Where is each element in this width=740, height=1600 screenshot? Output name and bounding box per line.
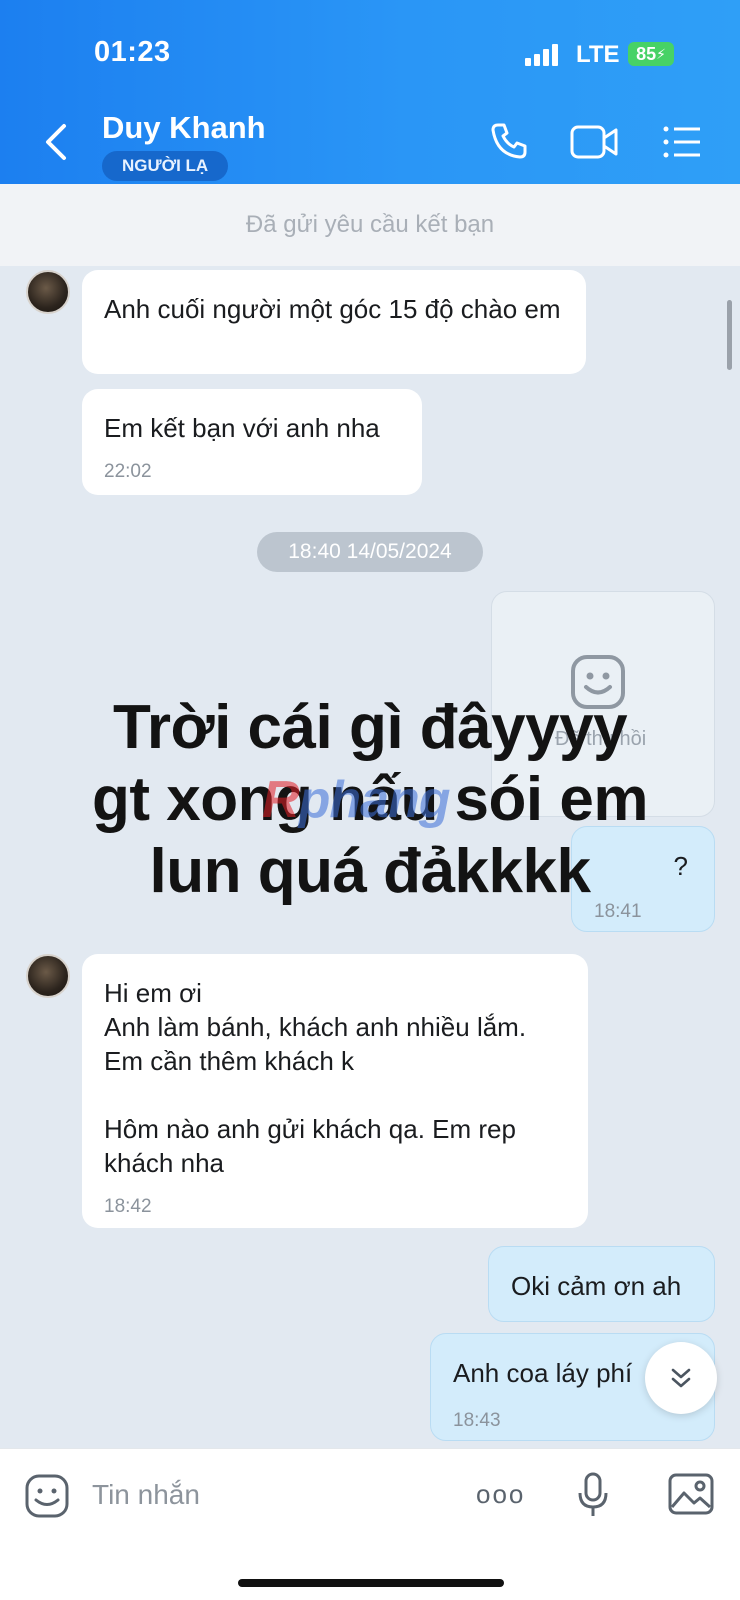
- home-indicator: [238, 1579, 504, 1587]
- message-text: Anh cuối người một góc 15 độ chào em: [104, 294, 561, 324]
- scroll-to-bottom-button[interactable]: [645, 1342, 717, 1414]
- stranger-badge: NGƯỜI LẠ: [102, 151, 229, 181]
- battery-indicator: 85 ⚡: [628, 42, 674, 66]
- battery-level: 85: [636, 43, 657, 64]
- chat-header: 01:23 LTE 85 ⚡ Duy Khanh NGƯỜI LẠ: [0, 0, 740, 184]
- message-text: Hi em ơi Anh làm bánh, khách anh nhiều l…: [104, 978, 527, 1178]
- microphone-icon[interactable]: [577, 1471, 609, 1519]
- contact-name[interactable]: Duy Khanh: [102, 110, 266, 146]
- caption-line: Trời cái gì đâyyyy: [112, 693, 628, 762]
- message-input[interactable]: Tin nhắn: [92, 1479, 200, 1511]
- message-text: Em kết bạn với anh nha: [104, 413, 380, 443]
- menu-list-icon[interactable]: [662, 124, 702, 160]
- date-separator: 18:40 14/05/2024: [257, 532, 483, 572]
- emoji-sticker-icon[interactable]: [24, 1473, 70, 1519]
- contact-avatar[interactable]: [26, 270, 70, 314]
- friend-request-sent-notice: Đã gửi yêu cầu kết bạn: [0, 184, 740, 266]
- phone-call-icon[interactable]: [488, 120, 530, 162]
- watermark-logo: Rphang: [262, 771, 451, 829]
- contact-avatar[interactable]: [26, 954, 70, 998]
- message-time: 22:02: [104, 461, 152, 482]
- message-time: 18:43: [453, 1410, 501, 1431]
- double-chevron-down-icon: [671, 1368, 691, 1388]
- network-label: LTE: [576, 41, 620, 68]
- video-call-icon[interactable]: [570, 124, 620, 160]
- message-bubble-incoming[interactable]: Anh cuối người một góc 15 độ chào em: [82, 270, 586, 374]
- signal-icon: [525, 44, 559, 66]
- scrollbar-thumb[interactable]: [727, 300, 732, 370]
- back-arrow-icon[interactable]: [40, 122, 72, 162]
- message-text: Oki cảm ơn ah: [511, 1271, 682, 1301]
- caption-line: lun quá đảkkkk: [149, 837, 591, 906]
- message-bubble-incoming[interactable]: Em kết bạn với anh nha 22:02: [82, 389, 422, 495]
- friend-request-text: Đã gửi yêu cầu kết bạn: [245, 211, 495, 238]
- message-bubble-outgoing[interactable]: Oki cảm ơn ah: [488, 1246, 715, 1322]
- message-input-bar: Tin nhắn ooo: [0, 1448, 740, 1600]
- message-bubble-incoming[interactable]: Hi em ơi Anh làm bánh, khách anh nhiều l…: [82, 954, 588, 1228]
- more-options-icon[interactable]: ooo: [476, 1479, 525, 1510]
- message-time: 18:42: [104, 1196, 152, 1217]
- image-gallery-icon[interactable]: [668, 1473, 714, 1515]
- status-time: 01:23: [94, 36, 171, 68]
